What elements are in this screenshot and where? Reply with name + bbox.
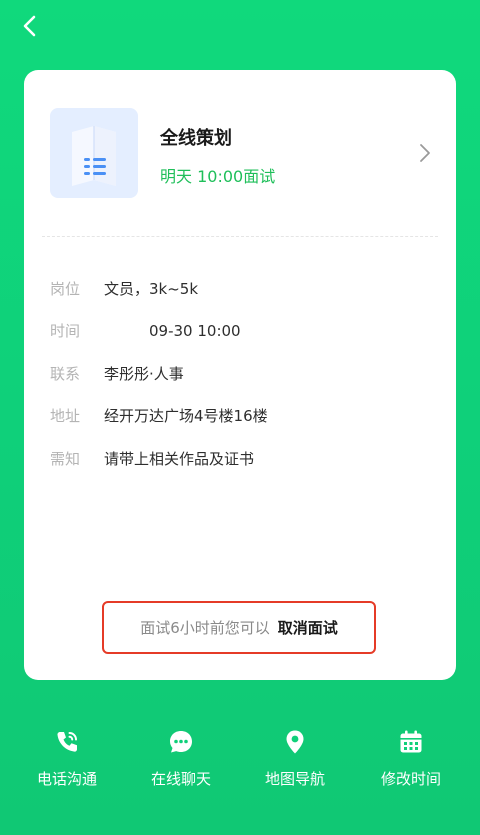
detail-label: 地址 bbox=[50, 407, 81, 425]
map-button[interactable]: 地图导航 bbox=[240, 728, 350, 789]
folded-map-icon bbox=[72, 126, 116, 186]
divider bbox=[42, 236, 438, 237]
chat-label: 在线聊天 bbox=[150, 770, 211, 788]
reschedule-label: 修改时间 bbox=[380, 770, 441, 788]
back-button[interactable] bbox=[16, 12, 44, 40]
detail-label: 需知 bbox=[50, 450, 81, 468]
cancel-tip: 面试6小时前您可以 bbox=[140, 619, 270, 637]
detail-value: 李彤彤·人事 bbox=[104, 365, 184, 383]
map-pin-icon bbox=[286, 730, 304, 754]
detail-row-position: 岗位 文员，3k~5k bbox=[50, 278, 198, 299]
detail-value: 文员，3k~5k bbox=[104, 280, 199, 298]
detail-value: 请带上相关作品及证书 bbox=[104, 450, 255, 468]
detail-row-contact: 联系 李彤彤·人事 bbox=[50, 363, 184, 384]
phone-button[interactable]: 电话沟通 bbox=[12, 728, 122, 789]
interview-card: 全线策划 明天 10:00面试 岗位 文员，3k~5k 时间 09-30 10:00… bbox=[24, 70, 456, 680]
company-name: 全线策划 bbox=[160, 128, 232, 149]
detail-label: 联系 bbox=[50, 365, 81, 383]
reschedule-button[interactable]: 修改时间 bbox=[356, 728, 466, 789]
bottom-action-bar: 电话沟通 在线聊天 地图导航 修改时间 bbox=[0, 728, 480, 788]
cancel-interview-box: 面试6小时前您可以 取消面试 bbox=[102, 601, 376, 654]
detail-label: 岗位 bbox=[50, 280, 81, 298]
company-detail-link[interactable] bbox=[416, 142, 434, 164]
chevron-left-icon bbox=[23, 15, 36, 37]
detail-row-address: 地址 经开万达广场4号楼16楼 bbox=[50, 405, 268, 426]
map-label: 地图导航 bbox=[264, 770, 325, 788]
phone-icon bbox=[57, 732, 77, 752]
detail-row-notice: 需知 请带上相关作品及证书 bbox=[50, 448, 254, 469]
chat-button[interactable]: 在线聊天 bbox=[126, 728, 236, 789]
detail-label: 时间 bbox=[50, 322, 81, 340]
chevron-right-icon bbox=[420, 144, 430, 162]
detail-value: 09-30 10:00 bbox=[149, 322, 241, 340]
cancel-interview-button[interactable]: 取消面试 bbox=[278, 617, 338, 638]
phone-label: 电话沟通 bbox=[36, 770, 97, 788]
calendar-icon bbox=[400, 730, 422, 753]
chat-bubble-icon bbox=[170, 731, 192, 753]
company-logo bbox=[50, 108, 138, 198]
detail-value: 经开万达广场4号楼16楼 bbox=[104, 407, 268, 425]
interview-time: 明天 10:00面试 bbox=[160, 167, 276, 186]
detail-row-time: 时间 09-30 10:00 bbox=[50, 320, 241, 341]
